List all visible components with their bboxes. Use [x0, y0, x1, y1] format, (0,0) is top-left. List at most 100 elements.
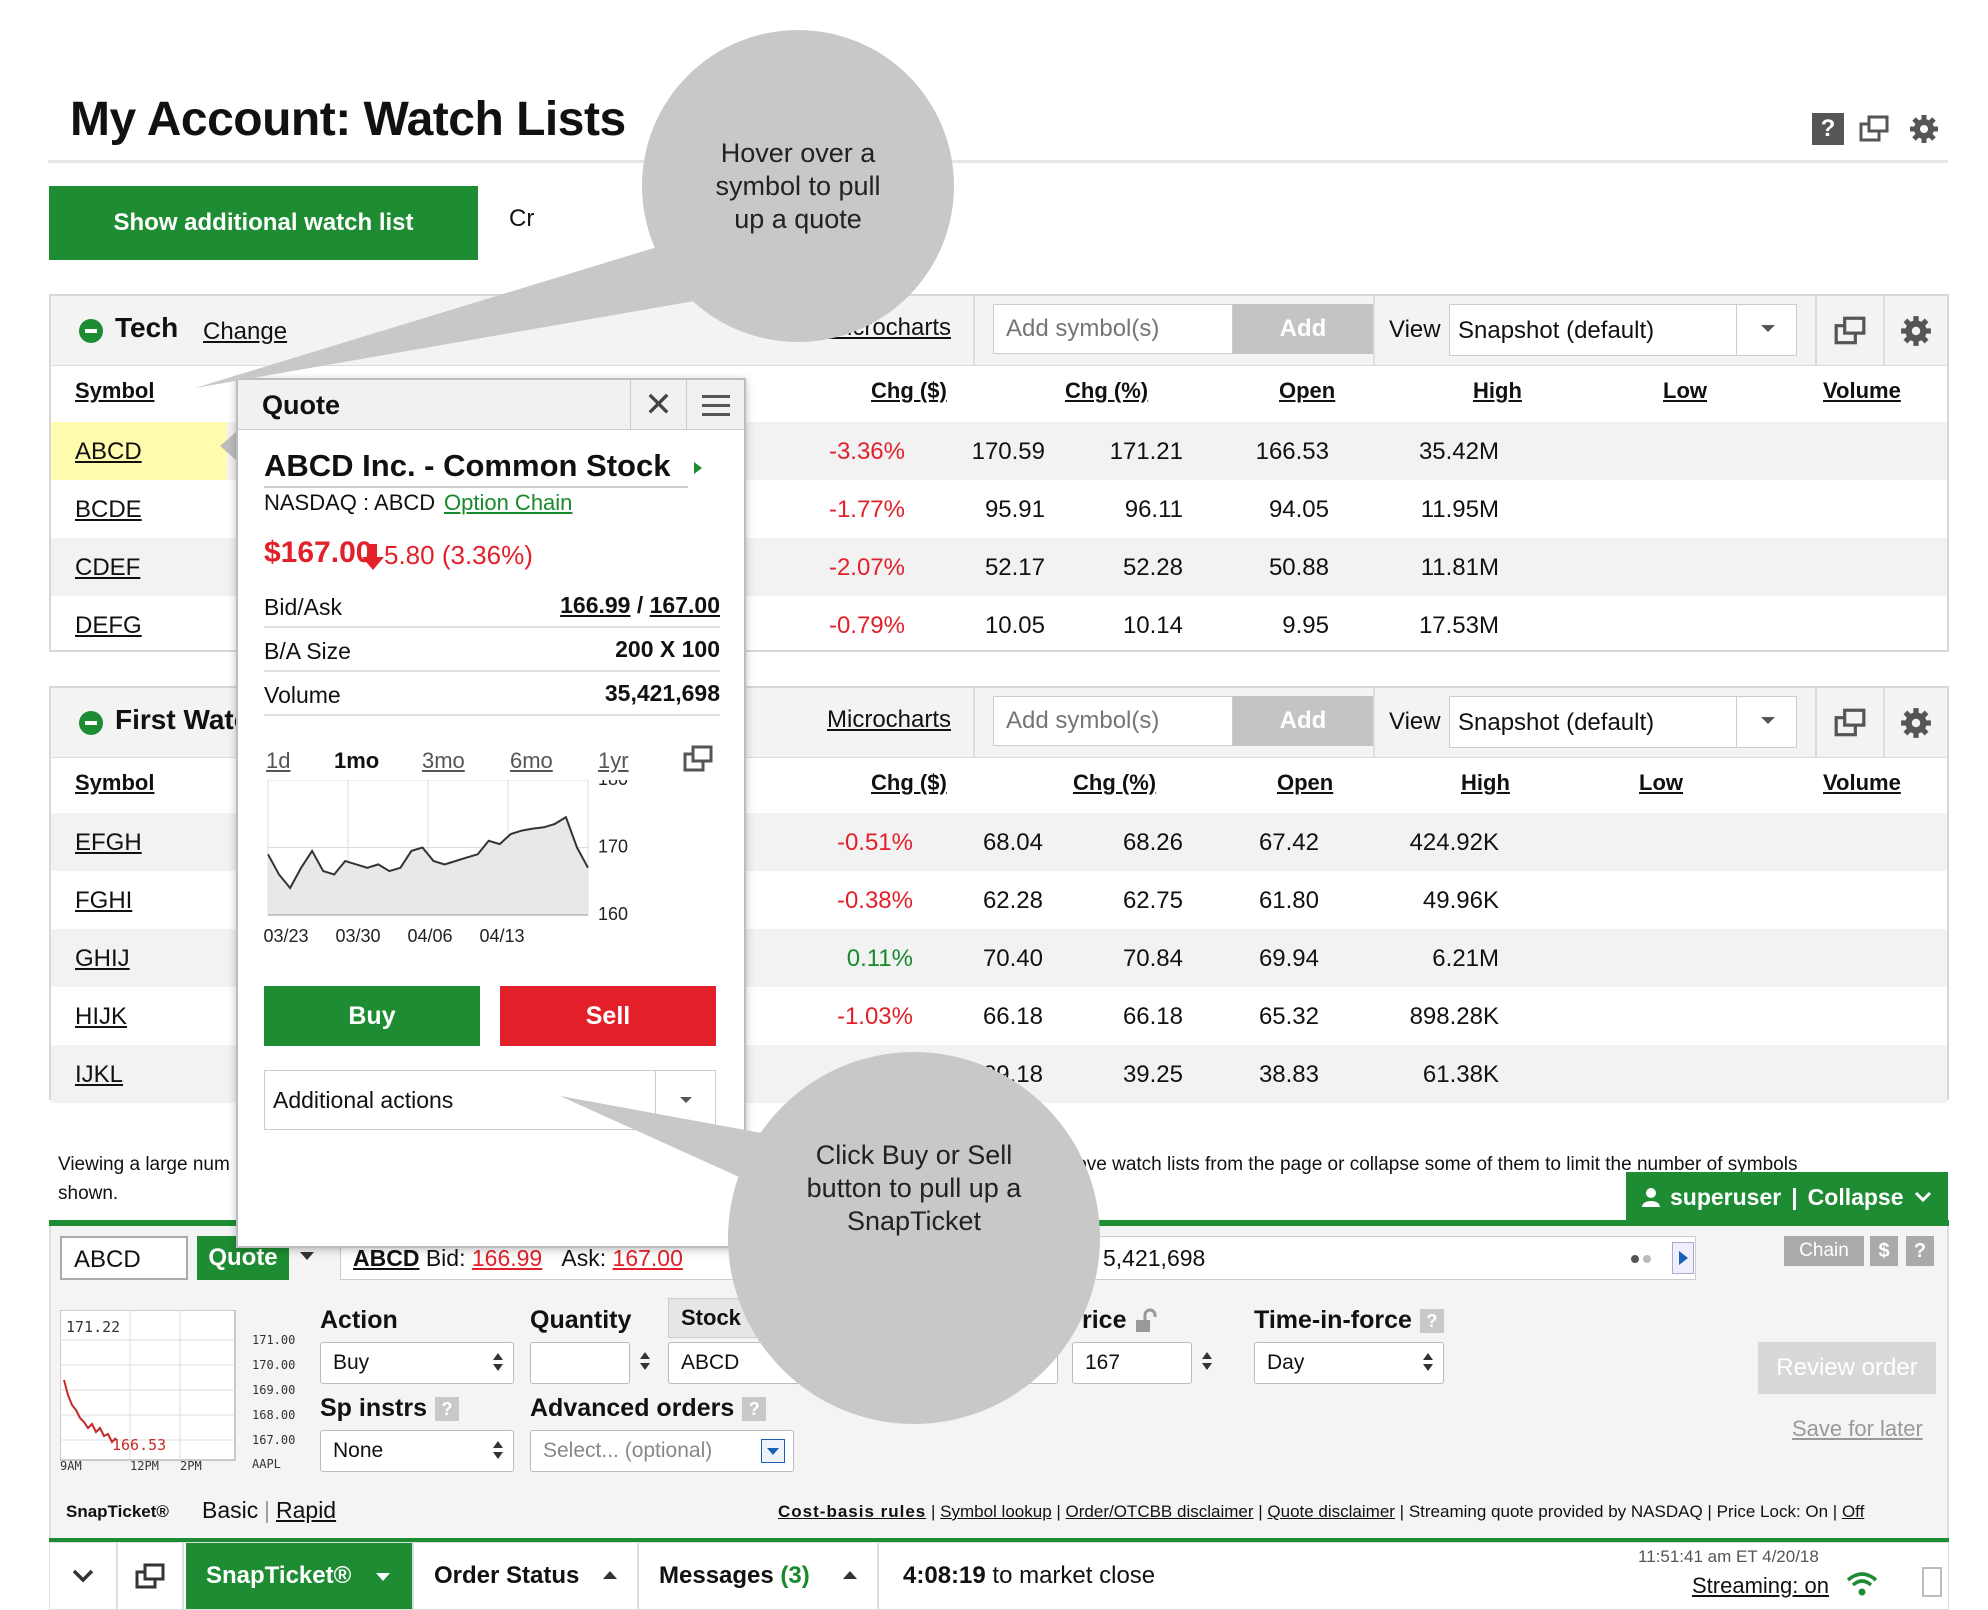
sp-instrs-select[interactable]: None	[320, 1430, 514, 1472]
collapse-icon[interactable]	[79, 319, 103, 343]
save-for-later-link[interactable]: Save for later	[1792, 1416, 1923, 1442]
bid-value[interactable]: 166.99	[560, 592, 630, 618]
sell-button[interactable]: Sell	[500, 986, 716, 1046]
buy-button[interactable]: Buy	[264, 986, 480, 1046]
strip-bid[interactable]: 166.99	[472, 1245, 542, 1271]
cost-basis-link[interactable]: Cost-basis rules	[778, 1502, 926, 1521]
strip-symbol[interactable]: ABCD	[353, 1245, 419, 1271]
symbol-link[interactable]: ABCD	[75, 438, 142, 466]
notice-left: Viewing a large num	[58, 1154, 230, 1175]
symbol-link[interactable]: EFGH	[75, 829, 142, 857]
column-header-chg[interactable]: Chg ($)	[871, 378, 947, 404]
view-select[interactable]: Snapshot (default)	[1449, 696, 1797, 748]
help-icon[interactable]: ?	[434, 1397, 459, 1422]
column-header-high[interactable]: High	[1461, 770, 1510, 796]
advanced-orders-select[interactable]: Select... (optional)	[530, 1430, 794, 1472]
expand-chart-icon[interactable]	[682, 744, 714, 774]
quantity-stepper[interactable]	[634, 1342, 654, 1384]
sp-instrs-value: None	[333, 1439, 384, 1462]
user-collapse-bar[interactable]: superuser | Collapse	[1626, 1172, 1948, 1222]
tab-snapticket[interactable]: SnapTicket®	[186, 1543, 414, 1609]
show-additional-watch-list-button[interactable]: Show additional watch list	[49, 186, 478, 260]
range-6mo[interactable]: 6mo	[510, 748, 553, 774]
symbol-link[interactable]: FGHI	[75, 887, 132, 915]
symbol-link[interactable]: BCDE	[75, 496, 142, 524]
quantity-input[interactable]	[530, 1342, 630, 1384]
symbol-link[interactable]: HIJK	[75, 1003, 127, 1031]
collapse-button[interactable]: Collapse	[1808, 1184, 1904, 1211]
column-header-symbol[interactable]: Symbol	[75, 770, 154, 796]
symbol-link[interactable]: GHIJ	[75, 945, 130, 973]
popout-button[interactable]	[118, 1543, 184, 1609]
column-header-high[interactable]: High	[1473, 378, 1522, 404]
expand-button[interactable]	[50, 1543, 118, 1609]
gear-icon[interactable]	[1908, 113, 1940, 145]
add-symbol-input[interactable]	[993, 696, 1233, 746]
create-watch-list-link[interactable]: Cr	[509, 205, 534, 233]
help-icon[interactable]: ?	[742, 1397, 767, 1422]
column-header-volume[interactable]: Volume	[1823, 378, 1901, 404]
column-header-chg-pct[interactable]: Chg (%)	[1065, 378, 1148, 404]
popout-icon[interactable]	[1858, 113, 1890, 145]
gear-icon[interactable]	[1899, 314, 1933, 348]
strip-ask[interactable]: 167.00	[613, 1245, 683, 1271]
price-input[interactable]: 167	[1072, 1342, 1192, 1384]
symbol-lookup-link[interactable]: Symbol lookup	[940, 1502, 1052, 1521]
unlock-icon[interactable]	[1133, 1308, 1159, 1334]
help-icon[interactable]: ?	[1812, 113, 1844, 145]
add-symbol-input[interactable]	[993, 304, 1233, 354]
otcbb-disclaimer-link[interactable]: Order/OTCBB disclaimer	[1066, 1502, 1254, 1521]
price-stepper[interactable]	[1196, 1342, 1216, 1384]
gear-icon[interactable]	[1899, 706, 1933, 740]
chain-button[interactable]: Chain	[1784, 1236, 1864, 1266]
high-cell: 62.75	[1122, 887, 1183, 914]
mode-basic[interactable]: Basic	[202, 1497, 258, 1524]
play-icon[interactable]	[1672, 1242, 1694, 1274]
column-header-volume[interactable]: Volume	[1823, 770, 1901, 796]
column-header-symbol[interactable]: Symbol	[75, 378, 154, 404]
add-symbol-button[interactable]: Add	[1233, 304, 1373, 354]
symbol-link[interactable]: DEFG	[75, 612, 142, 640]
help-icon[interactable]: ?	[1906, 1236, 1934, 1266]
symbol-link[interactable]: IJKL	[75, 1061, 123, 1089]
popout-icon[interactable]	[1833, 706, 1867, 740]
symbol-link[interactable]: CDEF	[75, 554, 140, 582]
quote-disclaimer-link[interactable]: Quote disclaimer	[1267, 1502, 1395, 1521]
tab-order-status[interactable]: Order Status	[414, 1543, 639, 1609]
column-header-low[interactable]: Low	[1663, 378, 1707, 404]
chevron-down-icon[interactable]	[300, 1252, 314, 1260]
company-name[interactable]: ABCD Inc. - Common Stock	[264, 448, 670, 484]
column-header-open[interactable]: Open	[1279, 378, 1335, 404]
review-order-button[interactable]: Review order	[1758, 1342, 1936, 1394]
range-3mo[interactable]: 3mo	[422, 748, 465, 774]
range-1yr[interactable]: 1yr	[598, 748, 629, 774]
menu-icon[interactable]	[686, 380, 744, 430]
popout-icon[interactable]	[1833, 314, 1867, 348]
price-lock-off-link[interactable]: Off	[1842, 1502, 1864, 1521]
tif-select[interactable]: Day	[1254, 1342, 1444, 1384]
column-header-low[interactable]: Low	[1639, 770, 1683, 796]
dollar-icon[interactable]: $	[1870, 1236, 1898, 1266]
column-header-chg-pct[interactable]: Chg (%)	[1073, 770, 1156, 796]
mode-rapid-link[interactable]: Rapid	[276, 1497, 336, 1524]
help-icon[interactable]: ?	[1419, 1309, 1444, 1334]
streaming-link[interactable]: Streaming: on	[1692, 1573, 1829, 1599]
change-watchlist-link[interactable]: Change	[203, 318, 287, 346]
microcharts-link[interactable]: Microcharts	[827, 706, 951, 734]
tab-messages[interactable]: Messages (3)	[639, 1543, 879, 1609]
range-1mo[interactable]: 1mo	[334, 748, 379, 774]
action-select[interactable]: Buy	[320, 1342, 514, 1384]
column-header-open[interactable]: Open	[1277, 770, 1333, 796]
quote-price-chart: 180 170 160 03/23 03/30 04/06 04/13	[263, 780, 628, 946]
collapse-icon[interactable]	[79, 711, 103, 735]
add-symbol-button[interactable]: Add	[1233, 696, 1373, 746]
additional-actions-select[interactable]: Additional actions	[264, 1070, 716, 1130]
snapticket-symbol-input[interactable]: ABCD	[60, 1236, 188, 1280]
ask-value[interactable]: 167.00	[650, 592, 720, 618]
range-1d[interactable]: 1d	[266, 748, 290, 774]
close-icon[interactable]: ✕	[630, 380, 686, 430]
column-header-chg[interactable]: Chg ($)	[871, 770, 947, 796]
view-select[interactable]: Snapshot (default)	[1449, 304, 1797, 356]
option-chain-link[interactable]: Option Chain	[444, 490, 572, 516]
scrollbar[interactable]	[1922, 1567, 1942, 1597]
